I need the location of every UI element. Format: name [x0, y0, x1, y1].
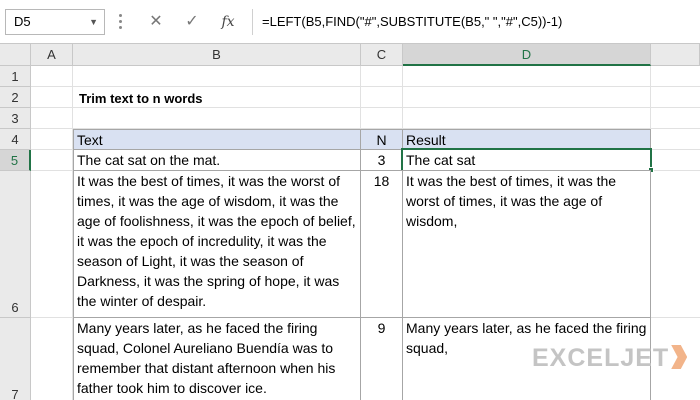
cancel-icon[interactable]: ✕ [141, 9, 171, 35]
enter-icon[interactable]: ✓ [177, 9, 207, 35]
sheet-title[interactable]: Trim text to n words [76, 89, 206, 109]
column-header-d[interactable]: D [403, 44, 651, 66]
drag-handle-icon[interactable] [118, 14, 124, 30]
table-header-text[interactable]: Text [73, 129, 361, 150]
column-header-e[interactable] [651, 44, 700, 66]
table-header-result[interactable]: Result [402, 129, 651, 150]
table-cell-text[interactable]: The cat sat on the mat. [73, 149, 361, 171]
table-cell-result-selected[interactable]: The cat sat [401, 148, 652, 172]
row-header-4[interactable]: 4 [0, 129, 31, 150]
chevron-down-icon[interactable]: ▼ [89, 10, 98, 34]
name-box-value: D5 [14, 14, 31, 29]
row-header-6[interactable]: 6 [0, 171, 31, 318]
formula-input[interactable]: =LEFT(B5,FIND("#",SUBSTITUTE(B5," ","#",… [252, 9, 695, 35]
formula-buttons: ✕ ✓ fx [137, 9, 249, 35]
row-header-1[interactable]: 1 [0, 66, 31, 87]
row-header-5[interactable]: 5 [0, 150, 31, 171]
logo-mark-icon [671, 345, 688, 369]
exceljet-logo: EXCELJET [532, 344, 688, 374]
table-header-n[interactable]: N [360, 129, 403, 150]
gridline [31, 86, 700, 87]
name-box[interactable]: D5 ▼ [5, 9, 105, 35]
table-cell-text[interactable]: It was the best of times, it was the wor… [73, 170, 361, 318]
table-cell-n[interactable]: 9 [360, 317, 403, 400]
row-header-2[interactable]: 2 [0, 87, 31, 108]
table-cell-result[interactable]: It was the best of times, it was the wor… [402, 170, 651, 318]
logo-text: EXCELJET [532, 344, 670, 372]
row-header-3[interactable]: 3 [0, 108, 31, 129]
column-header-b[interactable]: B [73, 44, 361, 66]
table-cell-n[interactable]: 18 [360, 170, 403, 318]
table-cell-n[interactable]: 3 [360, 149, 403, 171]
formula-bar: D5 ▼ ✕ ✓ fx =LEFT(B5,FIND("#",SUBSTITUTE… [0, 0, 700, 44]
row-header-7[interactable]: 7 [0, 318, 31, 400]
select-all-corner[interactable] [0, 44, 31, 66]
column-header-c[interactable]: C [361, 44, 403, 66]
insert-function-icon[interactable]: fx [213, 9, 243, 35]
table-cell-text[interactable]: Many years later, as he faced the firing… [73, 317, 361, 400]
column-header-a[interactable]: A [31, 44, 73, 66]
